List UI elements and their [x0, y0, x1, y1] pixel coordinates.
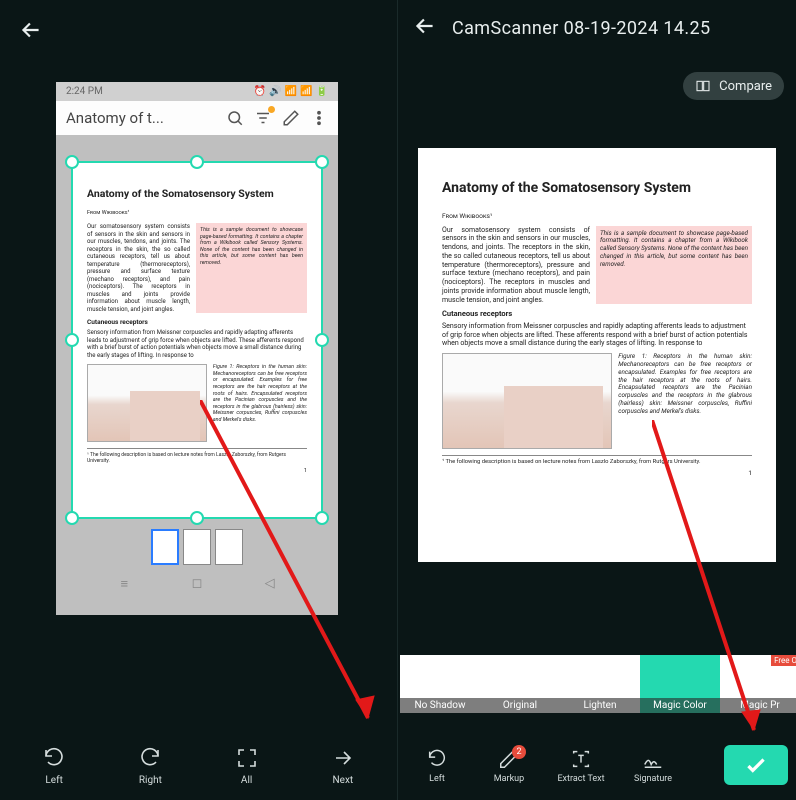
doc-title: Anatomy of the Somatosensory System [87, 187, 307, 200]
doc-figure [87, 364, 207, 442]
rotate-left-label: Left [45, 775, 62, 786]
doc-footnote: ¹ The following description is based on … [442, 455, 752, 466]
extract-text-icon [569, 747, 593, 771]
crop-handle-tl[interactable] [65, 155, 79, 169]
filter-label: No Shadow [400, 698, 480, 713]
doc-pgnum: 1 [87, 468, 307, 475]
doc-figure [442, 353, 612, 449]
filter-lighten[interactable]: Lighten [560, 655, 640, 730]
filter-icon[interactable] [254, 109, 272, 127]
crop-handle-bl[interactable] [65, 511, 79, 525]
check-icon [743, 752, 769, 778]
doc-footnote: ¹ The following description is based on … [87, 448, 307, 465]
filter-magicpro[interactable]: Free O Magic Pr [720, 655, 796, 730]
filter-row: No Shadow Original Lighten Magic Color F… [398, 655, 796, 730]
filter-label: Lighten [560, 698, 640, 713]
more-icon[interactable] [310, 109, 328, 127]
scanned-page: Anatomy of the Somatosensory System From… [418, 148, 776, 562]
filter-label: Magic Pr [720, 698, 796, 713]
back-button[interactable] [412, 13, 438, 43]
page-title: CamScanner 08-19-2024 14.25 [452, 18, 711, 39]
rotate-left-button[interactable]: Left [41, 745, 67, 786]
phone-nav-bar: ≡ ◻ ◁ [56, 571, 338, 597]
right-bottom-bar: Left 2 Markup Extract Text Signature [398, 730, 796, 800]
doc-p2: Sensory information from Meissner corpus… [442, 322, 752, 348]
rotate-left-button[interactable]: Left [406, 747, 468, 784]
back-button[interactable] [18, 17, 44, 47]
phone-status-bar: 2:24 PM ⏰🔊📶📶🔋 [56, 82, 338, 101]
signature-label: Signature [634, 774, 672, 784]
extract-text-label: Extract Text [557, 774, 604, 784]
filter-label: Original [480, 698, 560, 713]
edit-icon[interactable] [282, 109, 300, 127]
rotate-right-button[interactable]: Right [137, 745, 163, 786]
confirm-button[interactable] [724, 745, 788, 785]
doc-from: From Wikibooks¹ [87, 210, 307, 217]
thumbnail-3[interactable] [215, 529, 243, 565]
crop-frame[interactable]: Anatomy of the Somatosensory System From… [71, 161, 323, 519]
search-icon[interactable] [226, 109, 244, 127]
select-all-label: All [241, 775, 252, 786]
page-thumbnails [56, 519, 338, 571]
crop-handle-bm[interactable] [190, 511, 204, 525]
doc-p2: Sensory information from Meissner corpus… [87, 329, 307, 359]
extract-text-button[interactable]: Extract Text [550, 747, 612, 784]
free-badge: Free O [771, 655, 796, 666]
rotate-right-icon [137, 745, 163, 771]
doc-pgnum: 1 [442, 469, 752, 477]
doc-h2: Cutaneous receptors [87, 318, 307, 326]
doc-p1: Our somatosensory system consists of sen… [87, 223, 190, 313]
doc-sidebox: This is a sample document to showcase pa… [596, 226, 752, 305]
left-bottom-bar: Left Right All Next [0, 730, 397, 800]
status-icons: ⏰🔊📶📶🔋 [251, 86, 328, 97]
nav-back-icon[interactable]: ◁ [261, 576, 279, 592]
compare-label: Compare [719, 79, 772, 94]
signature-icon [641, 747, 665, 771]
next-label: Next [333, 775, 354, 786]
markup-button[interactable]: 2 Markup [478, 747, 540, 784]
doc-p1: Our somatosensory system consists of sen… [442, 226, 590, 305]
crop-handle-br[interactable] [315, 511, 329, 525]
crop-handle-tm[interactable] [190, 155, 204, 169]
rotate-left-icon [425, 747, 449, 771]
thumbnail-2[interactable] [183, 529, 211, 565]
phone-preview: 2:24 PM ⏰🔊📶📶🔋 Anatomy of t... Anatomy of… [56, 82, 338, 615]
doc-sidebox: This is a sample document to showcase pa… [196, 223, 307, 313]
markup-badge: 2 [512, 745, 526, 759]
markup-label: Markup [494, 774, 524, 784]
select-all-button[interactable]: All [234, 745, 260, 786]
crop-handle-ml[interactable] [65, 333, 79, 347]
nav-menu-icon[interactable]: ≡ [115, 576, 133, 592]
rotate-right-label: Right [139, 775, 162, 786]
doc-from: From Wikibooks¹ [442, 212, 752, 220]
filter-label: Magic Color [640, 698, 720, 713]
nav-home-icon[interactable]: ◻ [188, 576, 206, 592]
doc-h2: Cutaneous receptors [442, 309, 752, 318]
crop-handle-tr[interactable] [315, 155, 329, 169]
next-button[interactable]: Next [330, 745, 356, 786]
filter-noshadow[interactable]: No Shadow [400, 655, 480, 730]
crop-handle-mr[interactable] [315, 333, 329, 347]
phone-app-title: Anatomy of t... [66, 109, 216, 127]
doc-title: Anatomy of the Somatosensory System [442, 180, 752, 198]
compare-button[interactable]: Compare [683, 72, 784, 100]
filter-magiccolor[interactable]: Magic Color [640, 655, 720, 730]
doc-figcap: Figure 1: Receptors in the human skin: M… [213, 364, 307, 442]
expand-icon [234, 745, 260, 771]
thumbnail-1[interactable] [151, 529, 179, 565]
filter-original[interactable]: Original [480, 655, 560, 730]
rotate-left-label: Left [429, 774, 445, 784]
status-time: 2:24 PM [66, 86, 103, 97]
doc-figcap: Figure 1: Receptors in the human skin: M… [618, 353, 752, 449]
document-page: Anatomy of the Somatosensory System From… [73, 163, 321, 485]
signature-button[interactable]: Signature [622, 747, 684, 784]
rotate-left-icon [41, 745, 67, 771]
phone-appbar: Anatomy of t... [56, 101, 338, 135]
arrow-right-icon [330, 745, 356, 771]
